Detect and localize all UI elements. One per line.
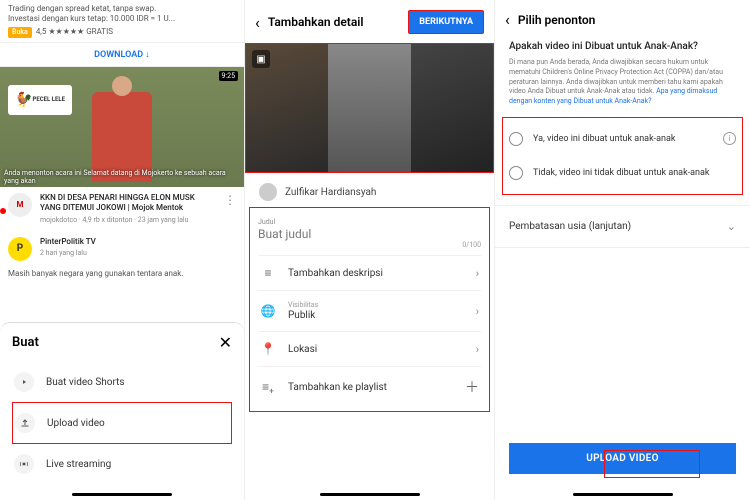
- back-icon[interactable]: ‹: [255, 13, 260, 32]
- close-icon[interactable]: ✕: [219, 333, 232, 352]
- option-label: Buat video Shorts: [46, 377, 125, 388]
- user-row: Zulfikar Hardiansyah: [245, 173, 494, 207]
- duration-badge: 9:25: [219, 71, 239, 81]
- row-value: Publik: [288, 310, 464, 321]
- option-upload[interactable]: Upload video: [12, 402, 232, 444]
- highlight-box: [604, 450, 700, 478]
- option-shorts[interactable]: Buat video Shorts: [12, 362, 232, 402]
- radio-label: Tidak, video ini tidak dibuat untuk anak…: [533, 168, 736, 178]
- thumbnail-sign: 🐓PECEL LELE: [8, 85, 72, 115]
- more-icon[interactable]: ⋮: [224, 193, 236, 207]
- screen-add-detail: ‹ Tambahkan detail BERIKUTNYA ▣ Zulfikar…: [245, 0, 495, 500]
- frame: [411, 44, 493, 172]
- age-restriction-row[interactable]: Pembatasan usia (lanjutan) ⌄: [495, 205, 750, 248]
- shorts-icon: [14, 372, 34, 392]
- header: ‹ Tambahkan detail BERIKUTNYA: [245, 0, 494, 44]
- info-icon[interactable]: i: [723, 132, 736, 145]
- playlist-icon: ≡₊: [260, 380, 276, 394]
- field-label: Judul: [258, 218, 481, 226]
- video-thumbnail[interactable]: 🐓PECEL LELE 9:25 Anda menonton acara ini…: [0, 67, 244, 187]
- promo-banner[interactable]: Trading dengan spread ketat, tanpa swap.…: [0, 0, 244, 43]
- details-section: Judul Buat judul 0/100 ≡ Tambahkan deskr…: [249, 207, 490, 412]
- promo-badge: Buka: [8, 27, 32, 38]
- channel-time: 2 hari yang lalu: [40, 249, 236, 258]
- home-indicator: [72, 493, 172, 496]
- next-button[interactable]: BERIKUTNYA: [408, 10, 484, 34]
- sheet-title: Buat: [12, 335, 39, 350]
- promo-text: Trading dengan spread ketat, tanpa swap.: [8, 4, 236, 14]
- home-indicator: [573, 493, 673, 496]
- download-button[interactable]: DOWNLOAD ↓: [0, 43, 244, 67]
- radio-no[interactable]: Tidak, video ini tidak dibuat untuk anak…: [509, 156, 736, 190]
- video-title: KKN DI DESA PENARI HINGGA ELON MUSK YANG…: [40, 193, 216, 214]
- channel-item[interactable]: P PinterPolitik TV 2 hari yang lalu: [0, 231, 244, 267]
- video-preview[interactable]: ▣: [245, 43, 494, 173]
- plus-icon[interactable]: ＋: [465, 377, 479, 397]
- live-dot-icon: [0, 208, 6, 214]
- caption-overlay: Anda menonton acara ini Selamat datang d…: [4, 169, 240, 185]
- question-text: Apakah video ini Dibuat untuk Anak-Anak?: [495, 39, 750, 54]
- home-indicator: [320, 493, 420, 496]
- upload-icon: [15, 413, 35, 433]
- user-name: Zulfikar Hardiansyah: [285, 187, 376, 198]
- playlist-row[interactable]: ≡₊ Tambahkan ke playlist ＋: [258, 366, 481, 407]
- char-count: 0/100: [258, 241, 481, 249]
- field-value: Buat judul: [258, 227, 481, 241]
- channel-name: PinterPolitik TV: [40, 237, 236, 247]
- globe-icon: 🌐: [260, 304, 276, 318]
- row-label: Pembatasan usia (lanjutan): [509, 221, 631, 232]
- misc-text: Masih banyak negara yang gunakan tentara…: [0, 267, 244, 280]
- row-label: Tambahkan ke playlist: [288, 382, 453, 393]
- header: ‹ Pilih penonton: [495, 0, 750, 39]
- location-row[interactable]: 📍 Lokasi ›: [258, 331, 481, 366]
- description-row[interactable]: ≡ Tambahkan deskripsi ›: [258, 255, 481, 290]
- promo-text2: Investasi dengan kurs tetap: 10.000 IDR …: [8, 14, 236, 24]
- create-sheet: Buat ✕ Buat video Shorts Upload video Li…: [0, 322, 244, 500]
- row-sublabel: Visibilitas: [288, 301, 464, 309]
- screen-home: Trading dengan spread ketat, tanpa swap.…: [0, 0, 245, 500]
- radio-label: Ya, video ini dibuat untuk anak-anak: [533, 134, 713, 144]
- chevron-right-icon: ›: [476, 267, 479, 280]
- live-icon: [14, 454, 34, 474]
- radio-icon: [509, 166, 523, 180]
- option-label: Live streaming: [46, 459, 111, 470]
- option-label: Upload video: [47, 418, 105, 429]
- title-field[interactable]: Judul Buat judul 0/100: [258, 212, 481, 255]
- chevron-down-icon: ⌄: [727, 220, 736, 233]
- chevron-right-icon: ›: [476, 305, 479, 318]
- header-title: Pilih penonton: [518, 13, 740, 27]
- chevron-right-icon: ›: [476, 343, 479, 356]
- promo-rating: 4,5 ★★★★★ GRATIS: [36, 27, 113, 37]
- back-icon[interactable]: ‹: [505, 10, 510, 29]
- screen-audience: ‹ Pilih penonton Apakah video ini Dibuat…: [495, 0, 750, 500]
- channel-avatar[interactable]: M: [8, 193, 32, 217]
- radio-icon: [509, 132, 523, 146]
- row-label: Tambahkan deskripsi: [288, 268, 464, 279]
- header-title: Tambahkan detail: [268, 15, 400, 29]
- row-label: Lokasi: [288, 344, 464, 355]
- image-icon: ▣: [252, 50, 270, 68]
- channel-avatar[interactable]: P: [8, 237, 32, 261]
- description-icon: ≡: [260, 266, 276, 280]
- video-meta: mojokdotco · 4,9 rb x ditonton · 23 jam …: [40, 216, 216, 225]
- location-icon: 📍: [260, 342, 276, 356]
- frame: [328, 44, 410, 172]
- audience-radios: Ya, video ini dibuat untuk anak-anak i T…: [502, 117, 743, 195]
- description-text: Di mana pun Anda berada, Anda diwajibkan…: [495, 58, 750, 107]
- user-avatar[interactable]: [259, 183, 277, 201]
- video-item[interactable]: M KKN DI DESA PENARI HINGGA ELON MUSK YA…: [0, 187, 244, 231]
- visibility-row[interactable]: 🌐 Visibilitas Publik ›: [258, 290, 481, 331]
- option-live[interactable]: Live streaming: [12, 444, 232, 484]
- radio-yes[interactable]: Ya, video ini dibuat untuk anak-anak i: [509, 122, 736, 156]
